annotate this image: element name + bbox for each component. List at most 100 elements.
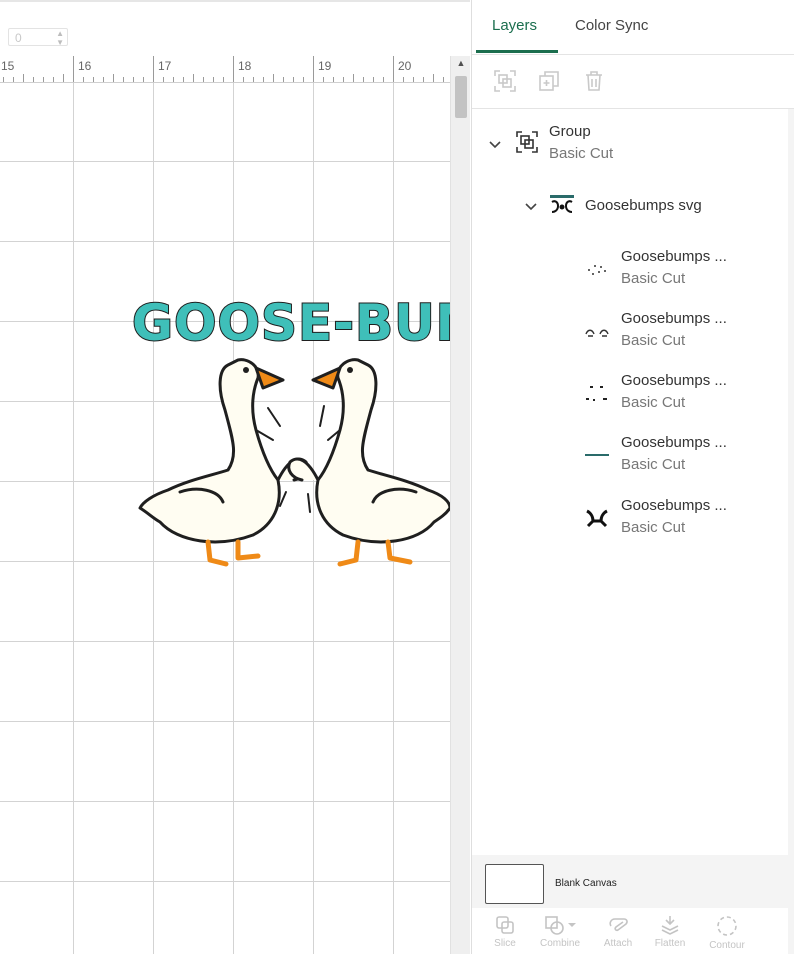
ruler-tick [173, 77, 174, 82]
ruler-tick [163, 77, 164, 82]
ruler-major-tick [233, 56, 234, 82]
group-layer-subtitle: Basic Cut [549, 145, 614, 162]
blank-canvas-row[interactable]: Blank Canvas [472, 856, 788, 908]
layer-child-row[interactable]: Goosebumps ... Basic Cut [472, 371, 788, 415]
design-canvas[interactable]: 0 ▲▼ 15 16 17 18 19 20 GOOSE-BUMP [0, 0, 470, 954]
ruler-tick [53, 77, 54, 82]
chevron-down-icon[interactable] [524, 199, 538, 213]
attach-button[interactable]: Attach [590, 914, 646, 949]
ruler-tick [133, 77, 134, 82]
layer-title: Goosebumps ... [621, 248, 727, 265]
layer-thumbnail [588, 265, 606, 275]
ruler-label-20: 20 [398, 59, 412, 73]
ruler-tick [363, 77, 364, 82]
combine-icon [545, 916, 576, 935]
blank-canvas-label: Blank Canvas [555, 878, 617, 889]
ruler-label-19: 19 [318, 59, 332, 73]
ruler-tick [203, 77, 204, 82]
goosebumps-design[interactable]: GOOSE-BUMP [128, 280, 470, 580]
ruler-tick [23, 74, 24, 82]
tab-layers[interactable]: Layers [492, 17, 537, 34]
ruler-tick [223, 77, 224, 82]
ruler-tick [353, 74, 354, 82]
ruler-tick [273, 74, 274, 82]
ruler-major-tick [393, 56, 394, 82]
ruler-tick [123, 77, 124, 82]
group-icon[interactable] [493, 69, 517, 93]
ruler-tick [43, 77, 44, 82]
ruler-tick [333, 77, 334, 82]
layer-thumbnail [586, 386, 607, 401]
flatten-icon [661, 916, 679, 935]
ruler-tick [63, 74, 64, 82]
flatten-label: Flatten [654, 938, 686, 949]
ruler-label-18: 18 [238, 59, 252, 73]
ruler-tick [433, 74, 434, 82]
size-input-value: 0 [15, 31, 22, 45]
layer-group-row[interactable]: Group Basic Cut [472, 119, 788, 169]
ruler-tick [3, 77, 4, 82]
attach-label: Attach [603, 938, 633, 949]
ruler-tick [93, 77, 94, 82]
layers-panel: Layers Color Sync Group Basic Cut Gooseb… [471, 0, 794, 954]
layer-child-row[interactable]: Goosebumps ... Basic Cut [472, 309, 788, 353]
ruler-label-15: 15 [1, 59, 15, 73]
tab-color-sync[interactable]: Color Sync [575, 17, 648, 34]
layer-child-row[interactable]: Goosebumps ... Basic Cut [472, 247, 788, 291]
ruler-label-17: 17 [158, 59, 172, 73]
layer-child-row[interactable]: Goosebumps ... Basic Cut [472, 496, 788, 540]
attach-icon [609, 918, 628, 932]
layer-child-row[interactable]: Goosebumps ... Basic Cut [472, 433, 788, 477]
ruler-tick [293, 77, 294, 82]
ruler-tick [323, 77, 324, 82]
active-tab-indicator [476, 50, 558, 53]
ruler-tick [383, 77, 384, 82]
scrollbar-thumb[interactable] [455, 76, 467, 118]
ruler-tick [193, 74, 194, 82]
ruler-tick [13, 77, 14, 82]
group-layer-title: Group [549, 123, 591, 140]
layer-subtitle: Basic Cut [621, 332, 686, 349]
ruler-tick [343, 77, 344, 82]
combine-button[interactable]: Combine [532, 914, 588, 949]
panel-tabs: Layers Color Sync [472, 0, 794, 55]
ruler-tick [253, 77, 254, 82]
canvas-vertical-scrollbar[interactable]: ▲ [450, 56, 470, 954]
ruler-label-16: 16 [78, 59, 92, 73]
goosebumps-svg-thumbnail [550, 195, 574, 213]
ruler-major-tick [73, 56, 74, 82]
layer-subtitle: Basic Cut [621, 270, 686, 287]
ruler-tick [443, 77, 444, 82]
canvas-color-swatch[interactable] [485, 864, 544, 904]
ruler-tick [83, 77, 84, 82]
ruler-tick [183, 77, 184, 82]
delete-icon[interactable] [582, 69, 606, 93]
ruler-tick [33, 77, 34, 82]
goosebumps-artwork: GOOSE-BUMP [131, 293, 470, 567]
flatten-button[interactable]: Flatten [642, 914, 698, 949]
slice-button[interactable]: Slice [477, 914, 533, 949]
horizontal-ruler: 15 16 17 18 19 20 [0, 56, 450, 83]
scroll-up-arrow-icon[interactable]: ▲ [451, 58, 470, 72]
layer-subtitle: Basic Cut [621, 519, 686, 536]
contour-label: Contour [709, 940, 745, 951]
layer-subtitle: Basic Cut [621, 394, 686, 411]
size-input[interactable]: 0 ▲ ▼ [8, 28, 68, 47]
chevron-down-icon[interactable] [488, 137, 502, 151]
ruler-tick [213, 77, 214, 82]
slice-label: Slice [494, 938, 516, 949]
group-icon [516, 131, 538, 153]
ruler-tick [143, 77, 144, 82]
stepper-arrows-icon[interactable]: ▲ ▼ [56, 29, 64, 47]
ruler-tick [263, 77, 264, 82]
contour-button[interactable]: Contour [699, 914, 755, 951]
duplicate-icon[interactable] [537, 69, 561, 93]
panel-scrollbar[interactable] [788, 109, 794, 855]
ruler-tick [283, 77, 284, 82]
layer-svg-row[interactable]: Goosebumps svg [472, 191, 788, 221]
ruler-tick [243, 77, 244, 82]
ruler-major-tick [153, 56, 154, 82]
ruler-tick [373, 77, 374, 82]
layer-title: Goosebumps ... [621, 372, 727, 389]
svg-layer-title: Goosebumps svg [585, 197, 702, 214]
